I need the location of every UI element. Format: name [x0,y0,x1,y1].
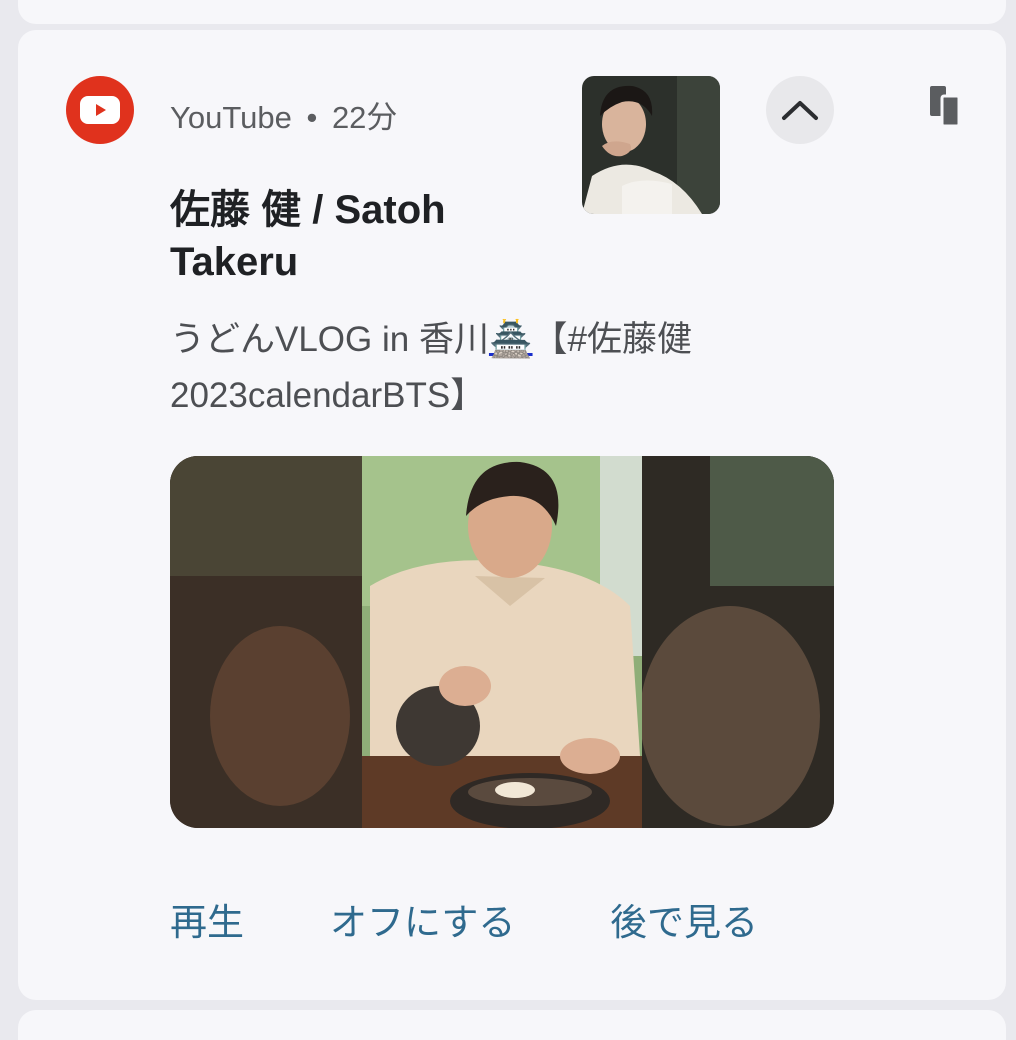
watch-later-button[interactable]: 後で見る [610,892,758,946]
video-thumbnail[interactable] [170,456,834,828]
header-separator: • [306,100,318,135]
body-prefix: うどんVLOG in 香川 [170,320,489,359]
notification-body: うどんVLOG in 香川🏯【#佐藤健 2023calendarBTS】 [170,312,810,424]
collapse-button[interactable] [766,76,834,144]
cast-device-icon[interactable] [930,86,961,128]
notification-title: 佐藤 健 / Satoh Takeru [170,188,446,284]
next-notification-card[interactable] [18,1010,1006,1040]
notification-time: 22分 [331,100,398,135]
previous-notification-card[interactable] [18,0,1006,24]
turn-off-button[interactable]: オフにする [330,892,515,946]
castle-emoji-link[interactable]: 🏯 [489,320,533,359]
youtube-logo-icon [66,76,134,144]
notification-header: YouTube • 22分 [170,92,397,137]
play-button[interactable]: 再生 [170,892,244,946]
app-name: YouTube [170,100,292,135]
chevron-up-icon [782,101,818,120]
channel-avatar [582,76,720,214]
